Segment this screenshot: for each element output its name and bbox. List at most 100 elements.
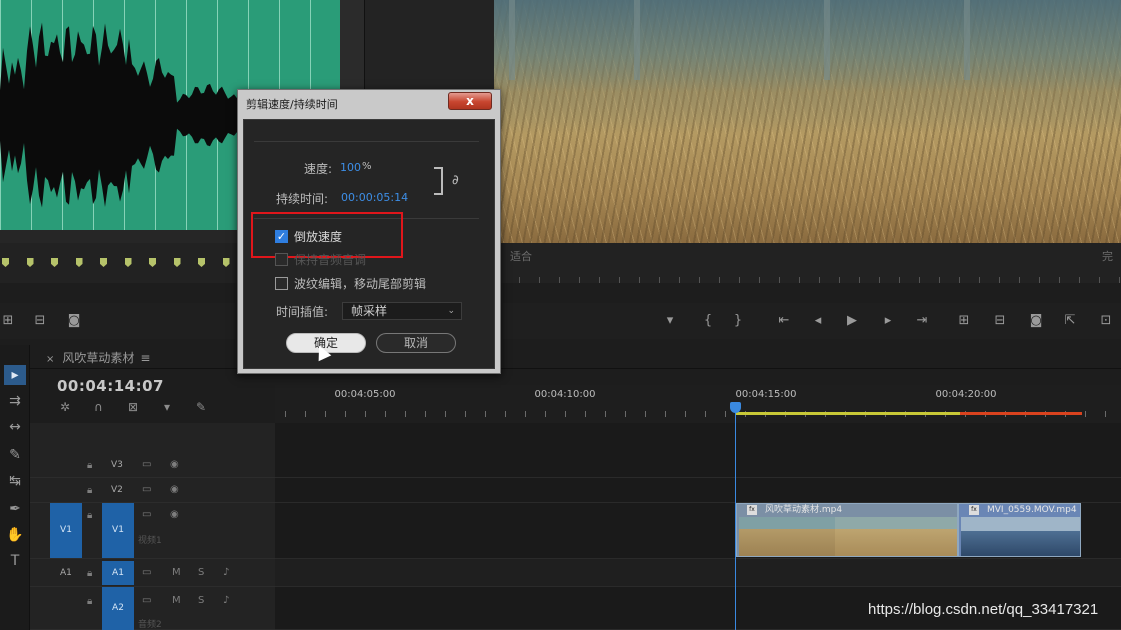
source-patch-v1[interactable]: V1 <box>50 503 82 558</box>
mark-out-icon[interactable]: } <box>730 313 746 329</box>
microphone-icon[interactable]: ♪ <box>223 567 229 578</box>
playhead-handle[interactable] <box>730 402 741 413</box>
add-marker-icon[interactable]: ▾ <box>164 400 178 414</box>
slip-icon[interactable]: ↹ <box>4 471 26 491</box>
time-interpolation-select[interactable]: 帧采样 ⌄ <box>342 302 462 320</box>
tab-menu-icon[interactable]: ≡ <box>140 351 150 365</box>
speed-value[interactable]: 100 <box>340 161 361 174</box>
eye-icon[interactable]: ◉ <box>170 459 179 470</box>
clip-marker[interactable] <box>149 258 156 267</box>
camera-icon[interactable]: ◙ <box>66 313 82 329</box>
type-icon[interactable]: T <box>4 551 26 571</box>
step-back-icon[interactable]: ◂ <box>810 313 826 329</box>
close-tab-icon[interactable]: × <box>46 354 54 365</box>
close-button[interactable]: x <box>448 92 492 110</box>
clip-marker[interactable] <box>124 258 132 267</box>
sequence-tab[interactable]: × 风吹草动素材 ≡ <box>46 349 150 366</box>
clip-marker[interactable] <box>173 258 181 267</box>
clip-marker[interactable] <box>198 258 205 267</box>
play-icon[interactable]: ▶ <box>844 313 860 329</box>
track-target-a1[interactable]: A1 <box>102 561 134 585</box>
clip-marker[interactable] <box>26 258 34 267</box>
sync-icon[interactable]: ▭ <box>142 567 151 578</box>
lock-icon[interactable]: 🔒︎ <box>87 485 92 496</box>
pen-icon[interactable]: ✒ <box>4 499 26 519</box>
sync-icon[interactable]: ▭ <box>142 484 151 495</box>
go-to-in-icon[interactable]: ⇤ <box>776 313 792 329</box>
ruler-tick <box>545 411 546 417</box>
link-icon[interactable]: ∂ <box>452 173 459 188</box>
step-forward-icon[interactable]: ▸ <box>880 313 896 329</box>
wrench-icon[interactable]: ✎ <box>196 400 210 414</box>
overwrite-icon[interactable]: ⊟ <box>32 313 48 329</box>
lift-icon[interactable]: ⊞ <box>956 313 972 329</box>
duration-value[interactable]: 00:00:05:14 <box>341 191 408 204</box>
snap-icon[interactable]: ∩ <box>94 400 108 414</box>
sync-icon[interactable]: ▭ <box>142 595 151 606</box>
marker-icon[interactable]: ▾ <box>662 313 678 329</box>
clip-marker[interactable] <box>75 258 83 267</box>
background-pole <box>509 0 515 80</box>
background-pole <box>964 0 970 80</box>
monitor-fit-dropdown[interactable]: 完 <box>1102 248 1113 264</box>
monitor-mini-ruler[interactable] <box>494 268 1121 284</box>
ripple-edit-checkbox[interactable] <box>275 277 288 290</box>
nest-icon[interactable]: ✲ <box>60 400 74 414</box>
clip-marker[interactable] <box>51 258 58 267</box>
maintain-pitch-label: 保持音频音调 <box>294 253 367 267</box>
microphone-icon[interactable]: ♪ <box>223 595 229 606</box>
selection-tool-icon[interactable]: ▸ <box>4 365 26 385</box>
source-patch-a1[interactable]: A1 <box>60 568 72 578</box>
mini-ruler-tick <box>599 277 600 283</box>
timeline-timecode[interactable]: 00:04:14:07 <box>57 377 164 395</box>
program-monitor-video[interactable] <box>494 0 1121 243</box>
track-target-a2[interactable]: A2 <box>102 587 134 630</box>
mark-in-icon[interactable]: { <box>700 313 716 329</box>
track-v3[interactable] <box>275 453 1121 478</box>
video-clip[interactable]: fx MVI_0559.MOV.mp4 <box>958 503 1081 557</box>
video-clip[interactable]: fx 风吹草动素材.mp4 <box>736 503 958 557</box>
clip-speed-dialog: 剪辑速度/持续时间 x 速度: 100 % 持续时间: 00:00:05:14 … <box>237 89 501 374</box>
export-frame-icon[interactable]: ◙ <box>1028 313 1044 329</box>
track-v2[interactable] <box>275 478 1121 503</box>
linked-selection-icon[interactable]: ⊠ <box>128 400 142 414</box>
reverse-speed-checkbox[interactable]: ✓ <box>275 230 288 243</box>
fit-label[interactable]: 适合 <box>510 248 532 264</box>
work-area-bar[interactable] <box>735 412 960 415</box>
hand-icon[interactable]: ✋ <box>4 525 26 545</box>
settings-icon[interactable]: ⊡ <box>1098 313 1114 329</box>
solo-icon[interactable]: S <box>198 595 204 606</box>
track-select-icon[interactable]: ⇉ <box>4 391 26 411</box>
eye-icon[interactable]: ◉ <box>170 509 179 520</box>
track-a1[interactable] <box>275 559 1121 587</box>
sync-icon[interactable]: ▭ <box>142 459 151 470</box>
mini-ruler-tick <box>579 277 580 283</box>
eye-icon[interactable]: ◉ <box>170 484 179 495</box>
go-to-out-icon[interactable]: ⇥ <box>914 313 930 329</box>
sync-icon[interactable]: ▭ <box>142 509 151 520</box>
lock-icon[interactable]: 🔒︎ <box>87 460 92 471</box>
clip-marker[interactable] <box>2 258 9 267</box>
solo-icon[interactable]: S <box>198 567 204 578</box>
timeline-ruler[interactable]: 00:04:05:00 00:04:10:00 00:04:15:00 00:0… <box>275 385 1121 423</box>
lock-icon[interactable]: 🔒︎ <box>87 510 92 521</box>
mute-icon[interactable]: M <box>172 567 181 578</box>
cancel-button[interactable]: 取消 <box>376 333 456 353</box>
extract-icon[interactable]: ⊟ <box>992 313 1008 329</box>
comparison-icon[interactable]: ⇱ <box>1062 313 1078 329</box>
clip-marker[interactable] <box>222 258 230 267</box>
insert-icon[interactable]: ⊞ <box>0 313 16 329</box>
razor-icon[interactable]: ✎ <box>4 445 26 465</box>
playhead-line[interactable] <box>735 402 736 630</box>
clip-marker[interactable] <box>100 258 107 267</box>
mute-icon[interactable]: M <box>172 595 181 606</box>
lock-icon[interactable]: 🔒︎ <box>87 596 92 607</box>
maintain-pitch-checkbox[interactable] <box>275 253 288 266</box>
ruler-tick <box>645 411 646 417</box>
ruler-tick <box>445 411 446 417</box>
lock-icon[interactable]: 🔒︎ <box>87 568 92 579</box>
track-header-v3: 🔒︎ V3 ▭ ◉ <box>30 453 275 478</box>
waveform-scrollbar[interactable] <box>340 0 364 100</box>
track-target-v1[interactable]: V1 <box>102 503 134 558</box>
ripple-edit-icon[interactable]: ↔ <box>4 417 26 437</box>
